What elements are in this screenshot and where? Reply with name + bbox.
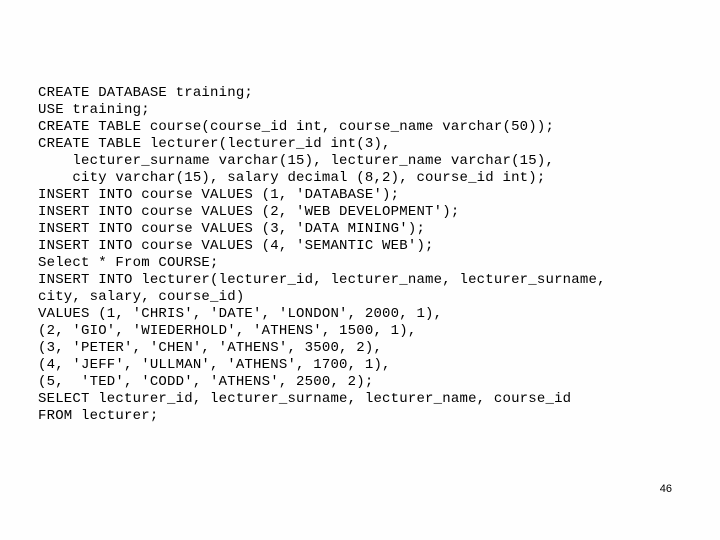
code-line: (5, 'TED', 'CODD', 'ATHENS', 2500, 2); — [38, 374, 690, 391]
code-line: SELECT lecturer_id, lecturer_surname, le… — [38, 391, 690, 408]
code-line: city varchar(15), salary decimal (8,2), … — [38, 170, 690, 187]
code-line: CREATE DATABASE training; — [38, 85, 690, 102]
code-line: (4, 'JEFF', 'ULLMAN', 'ATHENS', 1700, 1)… — [38, 357, 690, 374]
code-line: VALUES (1, 'CHRIS', 'DATE', 'LONDON', 20… — [38, 306, 690, 323]
code-line: CREATE TABLE course(course_id int, cours… — [38, 119, 690, 136]
page-number: 46 — [660, 483, 672, 495]
sql-code-block: CREATE DATABASE training; USE training; … — [38, 85, 690, 425]
code-line: city, salary, course_id) — [38, 289, 690, 306]
code-line: INSERT INTO course VALUES (1, 'DATABASE'… — [38, 187, 690, 204]
code-line: USE training; — [38, 102, 690, 119]
code-line: INSERT INTO course VALUES (4, 'SEMANTIC … — [38, 238, 690, 255]
code-line: (2, 'GIO', 'WIEDERHOLD', 'ATHENS', 1500,… — [38, 323, 690, 340]
code-line: INSERT INTO course VALUES (2, 'WEB DEVEL… — [38, 204, 690, 221]
code-line: Select * From COURSE; — [38, 255, 690, 272]
code-line: CREATE TABLE lecturer(lecturer_id int(3)… — [38, 136, 690, 153]
code-line: FROM lecturer; — [38, 408, 690, 425]
code-line: INSERT INTO lecturer(lecturer_id, lectur… — [38, 272, 690, 289]
code-line: INSERT INTO course VALUES (3, 'DATA MINI… — [38, 221, 690, 238]
code-line: (3, 'PETER', 'CHEN', 'ATHENS', 3500, 2), — [38, 340, 690, 357]
code-line: lecturer_surname varchar(15), lecturer_n… — [38, 153, 690, 170]
